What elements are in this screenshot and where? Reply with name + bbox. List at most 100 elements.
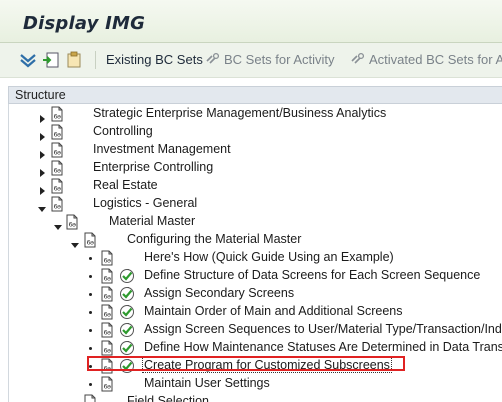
expand-node-icon[interactable] (37, 163, 47, 177)
img-documentation-icon[interactable]: 6ə (49, 196, 65, 212)
execute-activity-icon[interactable] (119, 286, 135, 302)
tree-node-label[interactable]: Define How Maintenance Statuses Are Dete… (144, 340, 502, 354)
img-documentation-icon[interactable]: 6ə (49, 106, 65, 122)
tree-node-label[interactable]: Real Estate (93, 178, 158, 192)
svg-text:ə: ə (57, 203, 61, 211)
expand-node-icon[interactable] (37, 181, 47, 195)
tree-node-label[interactable]: Define Structure of Data Screens for Eac… (144, 268, 480, 282)
img-documentation-icon[interactable]: 6ə (49, 178, 65, 194)
tree-bullet (89, 383, 92, 386)
svg-text:ə: ə (107, 383, 111, 391)
img-documentation-icon[interactable]: 6ə (99, 340, 115, 356)
svg-text:ə: ə (107, 293, 111, 301)
expand-subtree-icon[interactable] (19, 51, 37, 69)
collapse-node-icon[interactable] (70, 235, 80, 248)
img-documentation-icon[interactable]: 6ə (99, 250, 115, 266)
tree-row[interactable]: 6 ə Assign Screen Sequences to User/Materi… (9, 321, 502, 339)
svg-text:ə: ə (107, 311, 111, 319)
existing-bc-sets-button[interactable]: Existing BC Sets (106, 52, 203, 67)
tree-node-label[interactable]: Assign Screen Sequences to User/Material… (144, 322, 502, 336)
execute-activity-icon[interactable] (119, 340, 135, 356)
tree-bullet (89, 311, 92, 314)
tree-row[interactable]: 6 ə Controlling (9, 123, 502, 141)
bc-sets-for-activity-button[interactable]: BC Sets for Activity (205, 52, 335, 69)
tree-bullet (89, 293, 92, 296)
tree-bullet (89, 257, 92, 260)
tree-row[interactable]: 6 ə Enterprise Controlling (9, 159, 502, 177)
tree-bullet (89, 347, 92, 350)
tree-node-label[interactable]: Strategic Enterprise Management/Business… (93, 106, 386, 120)
structure-header-label: Structure (15, 88, 66, 102)
img-documentation-icon[interactable]: 6ə (99, 286, 115, 302)
img-documentation-icon[interactable]: 6ə (49, 124, 65, 140)
tree-node-label[interactable]: Investment Management (93, 142, 231, 156)
tree-node-label[interactable]: Logistics - General (93, 196, 197, 210)
structure-header: Structure (8, 86, 502, 104)
img-documentation-icon[interactable]: 6ə (99, 376, 115, 392)
collapse-node-icon[interactable] (37, 199, 47, 212)
note-icon[interactable] (65, 51, 83, 69)
img-documentation-icon[interactable]: 6ə (49, 160, 65, 176)
tree-row[interactable]: 6 ə Maintain Order of Main and Additional … (9, 303, 502, 321)
toolbar-separator (95, 51, 96, 69)
activated-bc-sets-label: Activated BC Sets for Ac (369, 52, 502, 67)
collapse-node-icon[interactable] (53, 217, 63, 230)
tree-row[interactable]: 6 ə Strategic Enterprise Management/Busine… (9, 105, 502, 123)
svg-text:ə: ə (57, 149, 61, 157)
tree-node-label[interactable]: Field Selection (127, 394, 209, 402)
expand-node-icon[interactable] (37, 145, 47, 159)
tree-node-label[interactable]: Maintain User Settings (144, 376, 270, 390)
execute-activity-icon[interactable] (119, 304, 135, 320)
svg-text:ə: ə (72, 221, 76, 229)
title-bar: Display IMG (0, 0, 502, 43)
img-documentation-icon[interactable]: 6ə (82, 394, 98, 402)
execute-activity-icon[interactable] (119, 268, 135, 284)
svg-text:ə: ə (107, 275, 111, 283)
execute-activity-icon[interactable] (119, 322, 135, 338)
tree-row[interactable]: 6 ə Real Estate (9, 177, 502, 195)
tree-row[interactable]: 6ə Field Selection (9, 393, 502, 402)
tree-row[interactable]: 6 ə Configuring the Material Master (9, 231, 502, 249)
tree-node-label[interactable]: Material Master (109, 214, 195, 228)
svg-text:ə: ə (57, 167, 61, 175)
tree-node-label[interactable]: Configuring the Material Master (127, 232, 301, 246)
tree-row[interactable]: 6 ə Assign Secondary Screens (9, 285, 502, 303)
svg-text:ə: ə (90, 239, 94, 247)
svg-text:ə: ə (107, 257, 111, 265)
tree-bullet (89, 329, 92, 332)
tree-row[interactable]: 6 ə Here's How (Quick Guide Using an Examp… (9, 249, 502, 267)
tree-bullet (89, 275, 92, 278)
find-in-tree-icon[interactable] (42, 51, 60, 69)
img-structure-tree: 6 ə Strategic Enterprise Management/Busine… (8, 104, 502, 402)
bc-sets-for-activity-label: BC Sets for Activity (224, 52, 335, 67)
img-documentation-icon[interactable]: 6ə (99, 322, 115, 338)
highlight-box (87, 356, 405, 371)
expand-node-icon[interactable] (37, 127, 47, 141)
tree-node-label[interactable]: Assign Secondary Screens (144, 286, 294, 300)
tree-node-label[interactable]: Maintain Order of Main and Additional Sc… (144, 304, 402, 318)
tree-row[interactable]: 6 ə Define How Maintenance Statuses Are De… (9, 339, 502, 357)
tree-node-label[interactable]: Controlling (93, 124, 153, 138)
svg-text:ə: ə (57, 113, 61, 121)
tree-row[interactable]: 6 ə Maintain User Settings (9, 375, 502, 393)
tree-node-label[interactable]: Here's How (Quick Guide Using an Example… (144, 250, 394, 264)
tree-row[interactable]: 6 ə Logistics - General (9, 195, 502, 213)
tree-row[interactable]: 6 ə Define Structure of Data Screens for E… (9, 267, 502, 285)
img-documentation-icon[interactable]: 6ə (64, 214, 80, 230)
activated-bc-set-link-icon (350, 52, 366, 69)
expand-node-icon[interactable] (37, 109, 47, 123)
img-documentation-icon[interactable]: 6ə (49, 142, 65, 158)
activated-bc-sets-button[interactable]: Activated BC Sets for Ac (350, 52, 502, 69)
svg-text:ə: ə (57, 185, 61, 193)
img-documentation-icon[interactable]: 6ə (99, 304, 115, 320)
svg-text:ə: ə (107, 329, 111, 337)
tree-row[interactable]: 6 ə Material Master (9, 213, 502, 231)
img-documentation-icon[interactable]: 6ə (99, 268, 115, 284)
svg-text:ə: ə (107, 347, 111, 355)
img-documentation-icon[interactable]: 6ə (82, 232, 98, 248)
expand-node-icon[interactable] (70, 397, 80, 402)
tree-node-label[interactable]: Enterprise Controlling (93, 160, 213, 174)
svg-text:ə: ə (57, 131, 61, 139)
page-title: Display IMG (23, 13, 146, 34)
tree-row[interactable]: 6 ə Investment Management (9, 141, 502, 159)
